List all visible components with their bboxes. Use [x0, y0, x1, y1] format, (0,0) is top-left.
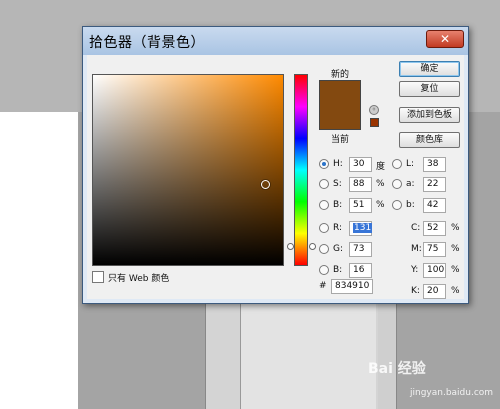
blue-radio[interactable]: [319, 265, 329, 275]
ok-button[interactable]: 确定: [399, 61, 460, 77]
s-field[interactable]: 88: [349, 177, 372, 192]
blue-field[interactable]: 16: [349, 263, 372, 278]
a-label: a:: [406, 179, 415, 189]
document-canvas: [0, 112, 78, 409]
blue-label: B:: [333, 265, 343, 275]
saturation-brightness-field[interactable]: [92, 74, 284, 266]
color-libraries-button[interactable]: 颜色库: [399, 132, 460, 148]
close-button[interactable]: ✕: [426, 30, 464, 48]
only-web-colors-label: 只有 Web 颜色: [108, 274, 170, 284]
b-lab-label: b:: [406, 200, 415, 210]
y-unit: %: [451, 265, 460, 275]
s-radio[interactable]: [319, 179, 329, 189]
only-web-colors-checkbox[interactable]: [92, 271, 104, 283]
r-field[interactable]: 131: [349, 221, 373, 236]
dialog-title: 拾色器（背景色）: [89, 35, 205, 51]
hex-field[interactable]: 834910: [331, 279, 373, 294]
k-field[interactable]: 20: [423, 284, 446, 299]
b-lab-field[interactable]: 42: [423, 198, 446, 213]
s-label: S:: [333, 179, 342, 189]
h-label: H:: [333, 159, 343, 169]
m-field[interactable]: 75: [423, 242, 446, 257]
baidu-watermark: Bai 经验: [368, 361, 426, 377]
reset-button[interactable]: 复位: [399, 81, 460, 97]
brightness-unit: %: [376, 200, 385, 210]
baidu-watermark-url: jingyan.baidu.com: [410, 388, 494, 398]
brightness-label: B:: [333, 200, 343, 210]
current-color-swatch[interactable]: [320, 105, 360, 129]
hex-label: #: [319, 281, 327, 291]
g-field[interactable]: 73: [349, 242, 372, 257]
add-to-swatches-button[interactable]: 添加到色板: [399, 107, 460, 123]
y-field[interactable]: 100: [423, 263, 446, 278]
r-radio[interactable]: [319, 223, 329, 233]
hue-slider-handle-left[interactable]: [287, 243, 294, 250]
hue-slider[interactable]: [294, 74, 308, 266]
b-lab-radio[interactable]: [392, 200, 402, 210]
k-unit: %: [451, 286, 460, 296]
y-label: Y:: [411, 265, 419, 275]
h-unit: 度: [376, 162, 386, 172]
c-label: C:: [411, 223, 421, 233]
cube-warning-icon[interactable]: ◦: [369, 105, 379, 115]
background-strip: [378, 300, 396, 409]
background-panel-inner: [240, 300, 376, 409]
s-unit: %: [376, 179, 385, 189]
dialog-body: 只有 Web 颜色 新的 当前 ◦ 确定 复位 添加到色板 颜色库 H: 30 …: [87, 55, 464, 299]
a-radio[interactable]: [392, 179, 402, 189]
color-comparison-swatch: [319, 80, 361, 130]
k-label: K:: [411, 286, 420, 296]
title-bar[interactable]: 拾色器（背景色） ✕: [83, 27, 468, 55]
r-label: R:: [333, 223, 343, 233]
c-field[interactable]: 52: [423, 221, 446, 236]
a-field[interactable]: 22: [423, 177, 446, 192]
g-radio[interactable]: [319, 244, 329, 254]
m-label: M:: [411, 244, 422, 254]
h-radio[interactable]: [319, 159, 329, 169]
color-picker-dialog: 拾色器（背景色） ✕ 只有 Web 颜色 新的 当前 ◦ 确定 复位 添加到色板…: [82, 26, 469, 304]
current-color-label: 当前: [331, 135, 350, 145]
brightness-field[interactable]: 51: [349, 198, 372, 213]
websafe-color-swatch[interactable]: [370, 118, 379, 127]
r-field-value: 131: [353, 223, 373, 233]
brightness-radio[interactable]: [319, 200, 329, 210]
c-unit: %: [451, 223, 460, 233]
new-color-swatch: [320, 81, 360, 105]
new-color-label: 新的: [331, 70, 350, 80]
color-picker-marker[interactable]: [261, 180, 270, 189]
h-field[interactable]: 30: [349, 157, 372, 172]
l-field[interactable]: 38: [423, 157, 446, 172]
l-label: L:: [406, 159, 415, 169]
m-unit: %: [451, 244, 460, 254]
hue-slider-handle-right[interactable]: [309, 243, 316, 250]
g-label: G:: [333, 244, 344, 254]
l-radio[interactable]: [392, 159, 402, 169]
